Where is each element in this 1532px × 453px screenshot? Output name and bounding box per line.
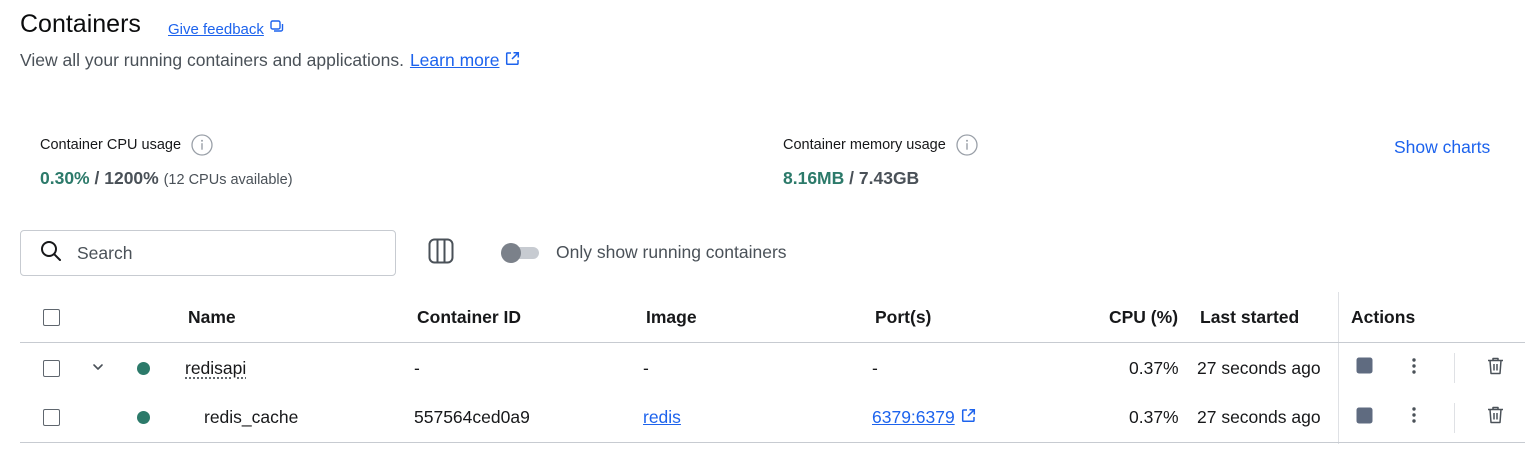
memory-usage-total: / 7.43GB	[849, 168, 920, 188]
row-checkbox[interactable]	[43, 359, 60, 377]
cpu-usage-value: 0.30% / 1200% (12 CPUs available)	[40, 168, 293, 189]
row-checkbox[interactable]	[43, 409, 60, 426]
external-link-icon	[961, 407, 976, 428]
search-box[interactable]	[20, 230, 396, 276]
column-header-actions: Actions	[1351, 306, 1416, 327]
cpu-usage-stat: Container CPU usage 0.30% / 1200% (12 CP…	[40, 134, 293, 189]
give-feedback-link[interactable]: Give feedback	[168, 20, 284, 38]
delete-button[interactable]	[1484, 343, 1506, 393]
cpu-cell: 0.37%	[1129, 357, 1179, 378]
memory-usage-label-row: Container memory usage	[783, 134, 978, 156]
table-row[interactable]: redis_cache 557564ced0a9 redis 6379:6379…	[20, 393, 1525, 443]
status-cell	[137, 343, 150, 393]
image-cell: -	[643, 357, 649, 378]
select-all-cell	[43, 292, 60, 342]
status-cell	[137, 393, 150, 442]
memory-usage-value: 8.16MB / 7.43GB	[783, 168, 978, 189]
column-header-container-id[interactable]: Container ID	[417, 292, 521, 342]
more-options-button[interactable]	[1404, 393, 1424, 442]
row-select-cell	[43, 393, 60, 442]
stop-icon	[1356, 357, 1373, 379]
table-row[interactable]: redisapi - - - 0.37% 27 seconds ago	[20, 343, 1525, 393]
column-header-ports[interactable]: Port(s)	[875, 292, 931, 342]
memory-usage-label: Container memory usage	[783, 137, 946, 153]
give-feedback-label: Give feedback	[168, 20, 264, 38]
port-link[interactable]: 6379:6379	[872, 407, 976, 428]
trash-icon	[1487, 406, 1504, 429]
expand-toggle[interactable]	[90, 343, 106, 393]
info-icon[interactable]	[191, 134, 213, 156]
column-header-name[interactable]: Name	[188, 292, 236, 342]
cpu-usage-label: Container CPU usage	[40, 137, 182, 153]
actions-separator	[1454, 403, 1455, 433]
select-all-checkbox[interactable]	[43, 308, 60, 326]
containers-table: Name Container ID Image Port(s) CPU (%) …	[20, 292, 1525, 444]
delete-button[interactable]	[1484, 393, 1506, 442]
more-vertical-icon	[1412, 357, 1416, 379]
search-input[interactable]	[77, 242, 357, 264]
container-name[interactable]: redis_cache	[204, 407, 298, 428]
running-only-label: Only show running containers	[556, 242, 787, 262]
search-icon	[39, 239, 63, 268]
show-charts-button[interactable]: Show charts	[1394, 137, 1490, 158]
running-status-dot	[137, 361, 150, 375]
columns-icon	[427, 237, 455, 270]
container-name[interactable]: redisapi	[185, 358, 246, 379]
cpu-usage-total: / 1200%	[94, 168, 159, 188]
external-link-icon[interactable]	[505, 50, 520, 71]
container-id-cell: 557564ced0a9	[414, 407, 530, 427]
chevron-down-icon	[91, 358, 105, 379]
memory-usage-stat: Container memory usage 8.16MB / 7.43GB	[783, 134, 978, 189]
table-header: Name Container ID Image Port(s) CPU (%) …	[20, 292, 1525, 343]
image-cell: redis	[643, 393, 681, 442]
row-select-cell	[43, 343, 60, 393]
port-link-label: 6379:6379	[872, 407, 955, 427]
more-vertical-icon	[1412, 407, 1416, 428]
memory-usage-used: 8.16MB	[783, 168, 845, 188]
container-id-cell: -	[414, 357, 420, 378]
ports-cell: -	[872, 357, 878, 378]
subtitle-text: View all your running containers and app…	[20, 50, 404, 70]
running-only-toggle[interactable]	[501, 243, 539, 263]
cpu-available-note: (12 CPUs available)	[163, 172, 293, 188]
name-cell: redis_cache	[204, 393, 298, 442]
info-icon[interactable]	[956, 134, 978, 156]
last-started-cell: 27 seconds ago	[1197, 357, 1321, 378]
column-header-cpu[interactable]: CPU (%)	[1109, 292, 1178, 342]
cpu-cell: 0.37%	[1129, 407, 1179, 427]
ports-cell: 6379:6379	[872, 393, 976, 442]
feedback-icon	[270, 20, 284, 38]
name-cell: redisapi	[185, 343, 246, 393]
image-link[interactable]: redis	[643, 407, 681, 428]
actions-separator	[1454, 353, 1455, 383]
stop-button[interactable]	[1354, 343, 1374, 393]
trash-icon	[1487, 357, 1504, 380]
column-settings-button[interactable]	[426, 238, 456, 268]
more-options-button[interactable]	[1404, 343, 1424, 393]
page-title: Containers	[20, 10, 141, 38]
running-status-dot	[137, 411, 150, 424]
stop-icon	[1356, 407, 1373, 429]
learn-more-link[interactable]: Learn more	[410, 50, 500, 71]
toggle-knob	[501, 243, 521, 263]
last-started-cell: 27 seconds ago	[1197, 407, 1321, 427]
stop-button[interactable]	[1354, 393, 1374, 442]
column-header-image[interactable]: Image	[646, 292, 697, 342]
column-header-last-started[interactable]: Last started	[1200, 292, 1299, 342]
cpu-usage-label-row: Container CPU usage	[40, 134, 293, 156]
cpu-usage-used: 0.30%	[40, 168, 90, 188]
page-subtitle: View all your running containers and app…	[20, 50, 520, 71]
